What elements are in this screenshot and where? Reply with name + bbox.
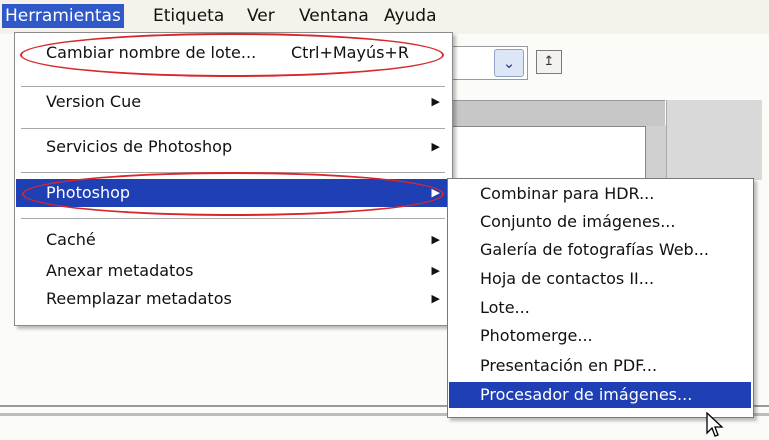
- submenu-arrow-icon: ▶: [431, 95, 440, 108]
- folder-up-icon: ↥: [543, 54, 555, 69]
- submenu-arrow-icon: ▶: [431, 186, 440, 199]
- menu-item-label: Servicios de Photoshop: [46, 137, 233, 156]
- menu-item-replace-metadata[interactable]: Reemplazar metadatos ▶: [16, 285, 450, 313]
- herramientas-dropdown: Cambiar nombre de lote... Ctrl+Mayús+R V…: [14, 32, 453, 326]
- background-side-panel: [666, 100, 762, 180]
- menu-item-label: Cambiar nombre de lote...: [46, 43, 257, 62]
- menu-ventana[interactable]: Ventana: [296, 4, 372, 28]
- menu-item-label: Version Cue: [46, 92, 142, 111]
- submenu-arrow-icon: ▶: [431, 292, 440, 305]
- menu-item-rename-batch[interactable]: Cambiar nombre de lote... Ctrl+Mayús+R: [16, 39, 450, 67]
- menu-separator: [21, 86, 445, 87]
- menu-herramientas[interactable]: Herramientas: [2, 4, 124, 28]
- menu-item-cache[interactable]: Caché ▶: [16, 226, 450, 254]
- background-panel-scrollbar: [646, 126, 666, 180]
- submenu-item-combinar-hdr[interactable]: Combinar para HDR...: [449, 181, 751, 207]
- menu-ayuda[interactable]: Ayuda: [381, 4, 440, 28]
- menu-item-version-cue[interactable]: Version Cue ▶: [16, 88, 450, 116]
- submenu-item-lote[interactable]: Lote...: [449, 295, 751, 321]
- menu-bar: Herramientas Etiqueta Ver Ventana Ayuda: [0, 0, 769, 34]
- menu-separator: [21, 172, 445, 173]
- submenu-arrow-icon: ▶: [431, 140, 440, 153]
- submenu-item-hoja-contactos[interactable]: Hoja de contactos II...: [449, 266, 751, 292]
- chevron-down-icon: ⌄: [502, 54, 516, 72]
- up-folder-button[interactable]: ↥: [536, 50, 562, 74]
- menu-separator: [21, 128, 445, 129]
- menu-item-label: Caché: [46, 230, 96, 249]
- submenu-item-galeria-web[interactable]: Galería de fotografías Web...: [449, 237, 751, 263]
- menu-etiqueta[interactable]: Etiqueta: [150, 4, 227, 28]
- mouse-cursor-icon: [706, 412, 724, 437]
- combobox-dropdown-button[interactable]: ⌄: [494, 49, 524, 77]
- menu-item-photoshop[interactable]: Photoshop ▶: [16, 179, 450, 207]
- menu-item-label: Reemplazar metadatos: [46, 289, 232, 308]
- submenu-arrow-icon: ▶: [431, 264, 440, 277]
- submenu-item-procesador-imagenes[interactable]: Procesador de imágenes...: [449, 382, 751, 408]
- menu-item-append-metadata[interactable]: Anexar metadatos ▶: [16, 257, 450, 285]
- menu-ver[interactable]: Ver: [244, 4, 278, 28]
- submenu-arrow-icon: ▶: [431, 233, 440, 246]
- submenu-item-conjunto-imagenes[interactable]: Conjunto de imágenes...: [449, 209, 751, 235]
- menu-item-photoshop-services[interactable]: Servicios de Photoshop ▶: [16, 133, 450, 161]
- menu-item-shortcut: Ctrl+Mayús+R: [291, 43, 409, 62]
- menu-item-label: Anexar metadatos: [46, 261, 194, 280]
- submenu-item-photomerge[interactable]: Photomerge...: [449, 323, 751, 349]
- menu-separator: [21, 218, 445, 219]
- background-panel-content: [449, 126, 646, 181]
- photoshop-submenu: Combinar para HDR... Conjunto de imágene…: [447, 178, 754, 418]
- submenu-item-presentacion-pdf[interactable]: Presentación en PDF...: [449, 353, 751, 379]
- menu-item-label: Photoshop: [46, 183, 131, 202]
